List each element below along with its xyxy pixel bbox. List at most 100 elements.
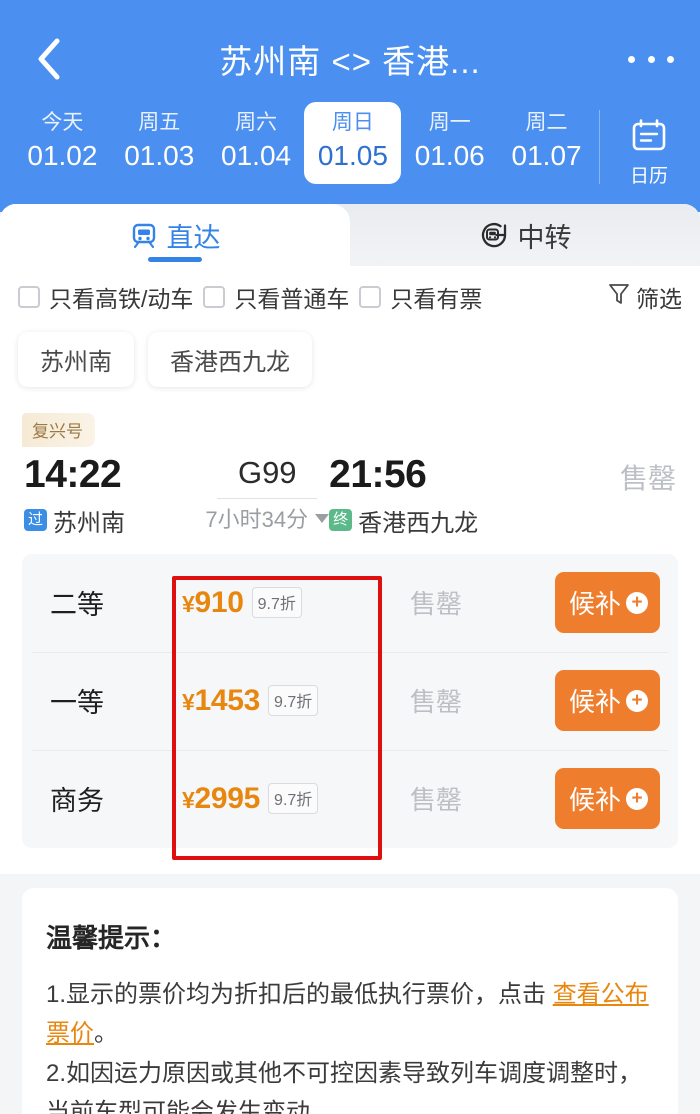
arrive-station-line: 终 香港西九龙	[329, 503, 548, 538]
train-transfer-icon	[479, 220, 509, 250]
discount-tag: 9.7折	[251, 587, 302, 619]
waitlist-button[interactable]: 候补 +	[554, 670, 660, 732]
end-station-badge: 终	[329, 508, 353, 532]
route-line	[217, 498, 318, 500]
checkbox-box[interactable]	[359, 286, 382, 308]
filter-button[interactable]: 筛选	[608, 280, 682, 314]
notice-line-1: 1.显示的票价均为折扣后的最低执行票价，点击 查看公布票价。	[46, 975, 654, 1054]
notice-line-1-pre: 1.显示的票价均为折扣后的最低执行票价，点击	[46, 980, 553, 1008]
seat-class: 一等	[50, 688, 104, 719]
notice-title: 温馨提示：	[46, 922, 177, 953]
date-cell-0[interactable]: 今天 01.02	[14, 102, 111, 184]
app-header: 苏州南 <> 香港... 今天 01.02 周五 01.03 周六 01.04 …	[0, 0, 700, 212]
back-button[interactable]	[26, 36, 72, 82]
table-row[interactable]: 商务 ¥2995 9.7折 售罄 候补 +	[22, 749, 678, 848]
date-cell-5[interactable]: 周二 01.07	[498, 102, 595, 184]
arrive-column: 21:56 终 香港西九龙	[329, 451, 548, 538]
tab-transfer[interactable]: 中转	[350, 204, 700, 266]
calendar-button[interactable]: 日历	[612, 102, 686, 200]
chevron-left-icon	[35, 37, 63, 81]
plus-circle-icon: +	[626, 591, 648, 614]
seat-price: ¥910	[182, 586, 244, 620]
seat-price-cell: ¥910 9.7折	[182, 586, 396, 620]
more-horizontal-icon	[647, 55, 655, 63]
calendar-label: 日历	[629, 166, 668, 187]
date-day: 01.07	[511, 140, 582, 172]
train-summary-row: 14:22 过 苏州南 G99 7小时34分 21:56 终 香港西九龙 售罄	[0, 447, 700, 554]
plus-circle-icon: +	[626, 689, 648, 712]
waitlist-label: 候补	[568, 785, 621, 816]
waitlist-button[interactable]: 候补 +	[554, 768, 660, 830]
checkbox-label: 只看有票	[390, 286, 483, 312]
seat-stock: 售罄	[410, 785, 463, 816]
date-selector: 今天 01.02 周五 01.03 周六 01.04 周日 01.05 周一 0…	[0, 96, 700, 200]
chip-depart-station[interactable]: 苏州南	[18, 332, 134, 387]
content-sheet: 直达 中转 只看高铁/动车 只看普通车 只看有票 筛选 苏州南 香港西九龙 复兴…	[0, 204, 700, 1114]
filter-bar: 只看高铁/动车 只看普通车 只看有票 筛选	[0, 274, 700, 318]
discount-tag: 9.7折	[268, 685, 319, 717]
train-result-card[interactable]: 复兴号 14:22 过 苏州南 G99 7小时34分 21:56 终 香港西九龙…	[0, 407, 700, 874]
currency-symbol: ¥	[182, 590, 195, 617]
calendar-icon	[631, 118, 667, 157]
waitlist-label: 候补	[568, 687, 621, 718]
seat-price: ¥2995	[182, 782, 260, 816]
table-row[interactable]: 二等 ¥910 9.7折 售罄 候补 +	[22, 554, 678, 652]
date-day: 01.06	[414, 140, 485, 172]
seat-class: 二等	[50, 590, 104, 621]
depart-station-name: 苏州南	[53, 509, 126, 537]
tab-underfill	[0, 266, 700, 274]
chip-arrive-station[interactable]: 香港西九龙	[148, 332, 312, 387]
date-day: 01.05	[317, 140, 388, 172]
arrive-time: 21:56	[329, 453, 427, 496]
date-cell-1[interactable]: 周五 01.03	[111, 102, 208, 184]
train-middle-column: G99 7小时34分	[205, 451, 330, 534]
seat-price-cell: ¥1453 9.7折	[182, 684, 396, 718]
date-dow: 周二	[525, 111, 568, 134]
discount-tag: 9.7折	[268, 783, 319, 815]
depart-column: 14:22 过 苏州南	[24, 451, 205, 538]
funnel-icon	[608, 282, 630, 312]
checkbox-label: 只看高铁/动车	[49, 286, 194, 312]
notice-card: 温馨提示： 1.显示的票价均为折扣后的最低执行票价，点击 查看公布票价。 2.如…	[22, 887, 678, 1114]
date-cell-2[interactable]: 周六 01.04	[208, 102, 305, 184]
card-bottom-padding	[0, 847, 700, 874]
duration-toggle[interactable]: 7小时34分	[205, 502, 330, 534]
date-cell-3-selected[interactable]: 周日 01.05	[304, 102, 402, 185]
more-options-button[interactable]	[628, 44, 674, 74]
train-number: G99	[237, 455, 297, 490]
tab-direct-label: 直达	[166, 222, 221, 253]
date-day: 01.02	[27, 140, 98, 172]
table-row[interactable]: 一等 ¥1453 9.7折 售罄 候补 +	[22, 651, 678, 750]
tab-bar: 直达 中转	[0, 204, 700, 266]
nav-bar: 苏州南 <> 香港...	[0, 22, 700, 96]
waitlist-label: 候补	[568, 589, 621, 620]
date-cell-4[interactable]: 周一 01.06	[401, 102, 498, 184]
seat-action-cell: 候补 +	[540, 670, 660, 732]
plus-circle-icon: +	[626, 787, 648, 810]
train-status-badge: 售罄	[619, 463, 676, 494]
chevron-down-icon	[315, 513, 330, 523]
page-title: 苏州南 <> 香港...	[219, 43, 481, 80]
seat-price: ¥1453	[182, 684, 260, 718]
checkbox-high-speed-only[interactable]: 只看高铁/动车	[18, 280, 193, 314]
waitlist-button[interactable]: 候补 +	[554, 572, 660, 634]
checkbox-normal-train-only[interactable]: 只看普通车	[203, 280, 349, 314]
train-front-icon	[130, 221, 158, 249]
price-amount: 1453	[194, 683, 261, 717]
date-dow: 周六	[235, 111, 278, 134]
checkbox-box[interactable]	[18, 286, 40, 308]
depart-time: 14:22	[24, 453, 122, 496]
train-status-column: 售罄	[548, 451, 676, 497]
tab-transfer-label: 中转	[517, 222, 572, 253]
train-model-badge: 复兴号	[22, 413, 95, 447]
seat-stock: 售罄	[410, 687, 463, 718]
seat-class: 商务	[50, 786, 104, 817]
date-items: 今天 01.02 周五 01.03 周六 01.04 周日 01.05 周一 0…	[14, 102, 595, 200]
seat-price-cell: ¥2995 9.7折	[182, 782, 396, 816]
tab-direct[interactable]: 直达	[0, 204, 350, 266]
checkbox-available-only[interactable]: 只看有票	[359, 280, 482, 314]
filter-button-label: 筛选	[636, 286, 682, 312]
seat-price-table: 二等 ¥910 9.7折 售罄 候补 + 一等 ¥1453 9.7折 售罄 候补…	[22, 553, 678, 848]
date-dow: 今天	[41, 111, 84, 134]
checkbox-box[interactable]	[203, 286, 226, 308]
